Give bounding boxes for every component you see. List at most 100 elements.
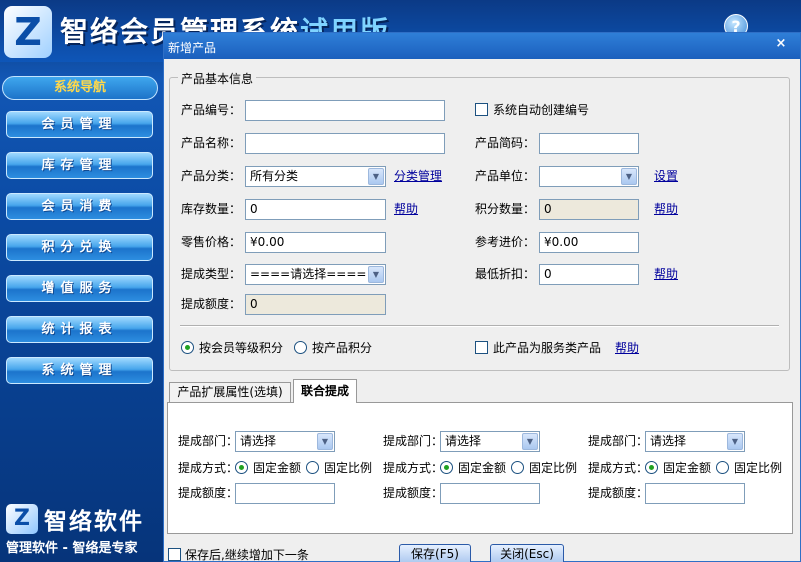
dept-select-value: 请选择	[240, 434, 277, 448]
min-discount-label: 最低折扣：	[475, 267, 536, 281]
radio-selected-dot	[185, 345, 190, 350]
product-name-label: 产品名称：	[181, 136, 242, 150]
product-name-input[interactable]	[245, 133, 445, 154]
points-input[interactable]: 0	[539, 199, 639, 220]
continue-adding-checkbox[interactable]	[168, 548, 181, 561]
category-select-value: 所有分类	[250, 169, 299, 183]
service-help-link[interactable]: 帮助	[615, 340, 639, 356]
chevron-down-icon: ▼	[368, 266, 384, 283]
sidebar: 系统导航 会员管理 库存管理 会员消费 积分兑换 增值服务 统计报表 系统管理 …	[0, 62, 163, 562]
short-code-input[interactable]	[539, 133, 639, 154]
fixed-amount-label: 固定金额	[663, 461, 712, 475]
unit-setup-link[interactable]: 设置	[654, 168, 678, 184]
close-button[interactable]: 关闭(Esc)	[490, 544, 564, 562]
basic-info-group: 产品基本信息 产品编号： 系统自动创建编号 产品名称： 产品简码： 产品分类： …	[169, 70, 790, 371]
auto-code-label: 系统自动创建编号	[493, 103, 590, 117]
discount-help-link[interactable]: 帮助	[654, 266, 678, 282]
amount-label: 提成额度：	[178, 486, 239, 500]
fixed-amount-label: 固定金额	[458, 461, 507, 475]
dialog-title: 新增产品	[168, 41, 217, 55]
fixed-amount-radio[interactable]	[440, 461, 453, 474]
dept-label: 提成部门：	[383, 434, 444, 448]
chevron-down-icon: ▼	[368, 168, 384, 185]
brand-logo: Z	[6, 504, 38, 534]
fixed-amount-label: 固定金额	[253, 461, 302, 475]
dialog-titlebar: 新增产品 ×	[164, 33, 800, 59]
sidebar-item-reports[interactable]: 统计报表	[6, 316, 153, 343]
commission-type-select[interactable]: ====请选择==== ▼	[245, 264, 386, 285]
add-product-dialog: 新增产品 × 产品基本信息 产品编号： 系统自动创建编号 产品名称： 产品简码：…	[163, 32, 801, 562]
close-icon[interactable]: ×	[773, 36, 789, 52]
stock-input[interactable]: 0	[245, 199, 386, 220]
stock-help-link[interactable]: 帮助	[394, 201, 418, 217]
tab-extended-attributes[interactable]: 产品扩展属性(选填)	[169, 382, 291, 402]
commission-amount-label: 提成额度：	[181, 297, 242, 311]
amount-input[interactable]	[645, 483, 745, 504]
chevron-down-icon: ▼	[522, 433, 538, 450]
chevron-down-icon: ▼	[727, 433, 743, 450]
dept-label: 提成部门：	[178, 434, 239, 448]
dept-select[interactable]: 请选择 ▼	[440, 431, 540, 452]
fixed-ratio-radio[interactable]	[306, 461, 319, 474]
radio-selected-dot	[239, 465, 244, 470]
continue-adding-label: 保存后,继续增加下一条	[185, 548, 309, 562]
ref-cost-input[interactable]: ¥0.00	[539, 232, 639, 253]
points-by-product-label: 按产品积分	[312, 341, 373, 355]
brand-slogan: 管理软件 - 智络是专家	[6, 541, 138, 556]
category-label: 产品分类：	[181, 169, 242, 183]
amount-label: 提成额度：	[588, 486, 649, 500]
min-discount-input[interactable]: 0	[539, 264, 639, 285]
method-label: 提成方式：	[383, 461, 444, 475]
stock-label: 库存数量：	[181, 202, 242, 216]
retail-price-label: 零售价格：	[181, 235, 242, 249]
service-product-label: 此产品为服务类产品	[493, 341, 602, 355]
sidebar-item-inventory-management[interactable]: 库存管理	[6, 152, 153, 179]
chevron-down-icon: ▼	[621, 168, 637, 185]
basic-info-group-title: 产品基本信息	[178, 70, 257, 87]
commission-type-label: 提成类型：	[181, 267, 242, 281]
unit-label: 产品单位：	[475, 169, 536, 183]
unit-select[interactable]: ▼	[539, 166, 639, 187]
tab-joint-commission[interactable]: 联合提成	[293, 379, 357, 403]
dept-select-value: 请选择	[445, 434, 482, 448]
save-button[interactable]: 保存(F5)	[399, 544, 471, 562]
chevron-down-icon: ▼	[317, 433, 333, 450]
radio-selected-dot	[444, 465, 449, 470]
sidebar-header: 系统导航	[2, 76, 158, 100]
fixed-ratio-radio[interactable]	[716, 461, 729, 474]
app-logo: Z	[4, 6, 52, 58]
auto-code-checkbox[interactable]	[475, 103, 488, 116]
dept-select-value: 请选择	[650, 434, 687, 448]
category-manage-link[interactable]: 分类管理	[394, 168, 442, 184]
joint-commission-panel: 提成部门： 请选择 ▼ 提成方式： 固定金额 固定比例 提成额度： 提成部门： 请…	[167, 402, 793, 534]
divider	[180, 325, 779, 327]
product-no-input[interactable]	[245, 100, 445, 121]
commission-amount-input[interactable]: 0	[245, 294, 386, 315]
sidebar-item-member-management[interactable]: 会员管理	[6, 111, 153, 138]
method-label: 提成方式：	[588, 461, 649, 475]
dept-select[interactable]: 请选择 ▼	[235, 431, 335, 452]
sidebar-item-member-consumption[interactable]: 会员消费	[6, 193, 153, 220]
retail-price-input[interactable]: ¥0.00	[245, 232, 386, 253]
commission-type-select-value: ====请选择====	[250, 267, 367, 281]
fixed-ratio-radio[interactable]	[511, 461, 524, 474]
amount-input[interactable]	[440, 483, 540, 504]
amount-label: 提成额度：	[383, 486, 444, 500]
method-label: 提成方式：	[178, 461, 239, 475]
category-select[interactable]: 所有分类 ▼	[245, 166, 386, 187]
brand-name: 智络软件	[44, 509, 144, 535]
points-by-level-label: 按会员等级积分	[199, 341, 284, 355]
sidebar-item-system-management[interactable]: 系统管理	[6, 357, 153, 384]
product-no-label: 产品编号：	[181, 103, 242, 117]
dept-select[interactable]: 请选择 ▼	[645, 431, 745, 452]
fixed-amount-radio[interactable]	[645, 461, 658, 474]
sidebar-item-value-added-services[interactable]: 增值服务	[6, 275, 153, 302]
points-by-level-radio[interactable]	[181, 341, 194, 354]
points-by-product-radio[interactable]	[294, 341, 307, 354]
service-product-checkbox[interactable]	[475, 341, 488, 354]
fixed-amount-radio[interactable]	[235, 461, 248, 474]
ref-cost-label: 参考进价：	[475, 235, 536, 249]
points-help-link[interactable]: 帮助	[654, 201, 678, 217]
amount-input[interactable]	[235, 483, 335, 504]
sidebar-item-points-exchange[interactable]: 积分兑换	[6, 234, 153, 261]
